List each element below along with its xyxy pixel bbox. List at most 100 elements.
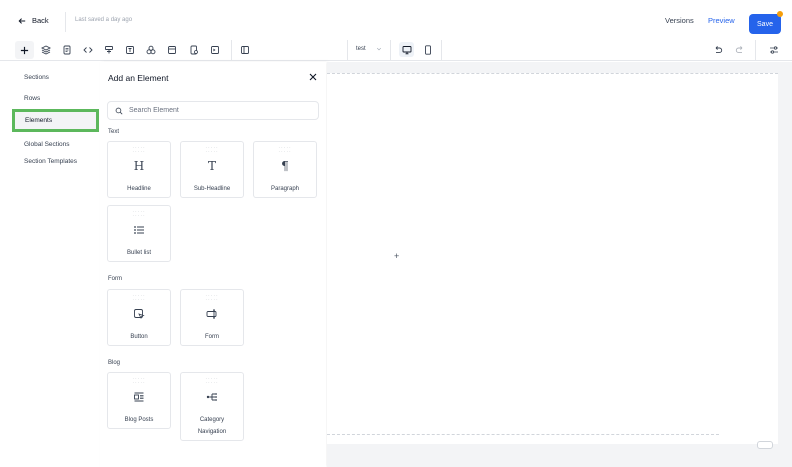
drag-handle-icon: ····· ····· xyxy=(132,145,146,155)
funnel-icon xyxy=(105,46,113,54)
settings-doc-icon xyxy=(190,45,198,55)
divider xyxy=(65,12,66,32)
group-label-form: Form xyxy=(108,276,122,282)
shapes-button[interactable] xyxy=(144,43,158,57)
nav-item-rows[interactable]: Rows xyxy=(24,95,40,102)
divider xyxy=(347,40,348,60)
drag-handle-icon: ····· ····· xyxy=(205,145,219,155)
mobile-icon xyxy=(424,44,431,55)
divider xyxy=(231,40,232,60)
text-box-icon xyxy=(126,46,134,54)
terminal-icon xyxy=(211,46,219,54)
layers-button[interactable] xyxy=(39,43,53,57)
pages-button[interactable] xyxy=(60,43,74,57)
element-card-label: Form xyxy=(205,334,219,340)
group-label-blog: Blog xyxy=(108,360,121,366)
nav-item-section-templates[interactable]: Section Templates xyxy=(24,158,77,165)
undo-button[interactable] xyxy=(711,43,725,57)
element-card-form[interactable]: ····· ····· Form xyxy=(180,289,244,346)
nav-item-global-sections[interactable]: Global Sections xyxy=(24,141,70,148)
mobile-view-button[interactable] xyxy=(421,42,434,57)
settings-button[interactable] xyxy=(767,43,781,57)
nav-item-sections[interactable]: Sections xyxy=(24,74,49,81)
element-card-category-navigation[interactable]: ····· ····· Category Navigation xyxy=(180,372,244,441)
category-tree-icon xyxy=(205,390,219,404)
blog-posts-icon xyxy=(132,390,146,404)
code-icon xyxy=(83,47,93,53)
element-card-label: Category Navigation xyxy=(197,417,227,435)
drag-handle-icon: ····· ····· xyxy=(205,293,219,303)
preview-button[interactable]: Preview xyxy=(708,16,735,25)
element-card-paragraph[interactable]: ····· ····· ¶ Paragraph xyxy=(253,141,317,198)
element-card-label: Button xyxy=(130,334,148,340)
layout-icon xyxy=(168,46,176,54)
code-button[interactable] xyxy=(81,43,95,57)
element-card-headline[interactable]: ····· ····· H Headline xyxy=(107,141,171,198)
search-element-field[interactable] xyxy=(107,101,319,120)
text-box-button[interactable] xyxy=(123,43,137,57)
drag-handle-icon: ····· ····· xyxy=(205,376,219,386)
back-label: Back xyxy=(32,16,49,25)
sliders-icon xyxy=(770,46,778,54)
editor-canvas: + xyxy=(327,62,792,467)
settings-doc-button[interactable] xyxy=(187,43,201,57)
versions-button[interactable]: Versions xyxy=(665,16,694,25)
columns-icon xyxy=(241,46,249,54)
device-select[interactable]: test xyxy=(356,46,382,52)
element-card-button[interactable]: ····· ····· Button xyxy=(107,289,171,346)
section-boundary xyxy=(327,434,719,435)
funnel-button[interactable] xyxy=(102,43,116,57)
element-card-label: Sub-Headline xyxy=(193,186,231,192)
add-section-button[interactable]: + xyxy=(394,251,399,261)
arrow-left-icon xyxy=(18,17,26,24)
save-button[interactable]: Save xyxy=(749,14,781,34)
plus-icon xyxy=(20,46,29,54)
element-card-label: Blog Posts xyxy=(124,417,154,423)
group-label-text: Text xyxy=(108,129,120,135)
top-bar: Back Last saved a day ago Versions Previ… xyxy=(0,0,792,40)
saved-status: Last saved a day ago xyxy=(75,17,133,23)
search-icon xyxy=(115,107,123,114)
cursor-click-icon xyxy=(132,307,146,321)
close-icon[interactable] xyxy=(308,72,318,82)
shapes-icon xyxy=(146,45,156,55)
page-section[interactable]: + xyxy=(327,73,778,444)
search-input[interactable] xyxy=(129,107,309,114)
device-select-value: test xyxy=(356,46,366,52)
layout-button[interactable] xyxy=(165,43,179,57)
terminal-button[interactable] xyxy=(208,43,222,57)
nav-item-elements-label: Elements xyxy=(25,117,53,124)
sub-headline-icon: T xyxy=(207,159,216,173)
divider xyxy=(390,40,391,60)
element-card-bullet-list[interactable]: ····· ····· Bullet list xyxy=(107,205,171,262)
element-card-blog-posts[interactable]: ····· ····· Blog Posts xyxy=(107,372,171,429)
nav-item-elements[interactable]: Elements xyxy=(12,109,99,132)
redo-button[interactable] xyxy=(733,43,747,57)
element-card-label: Bullet list xyxy=(126,250,151,256)
element-card-label: Paragraph xyxy=(270,186,300,192)
drag-handle-icon: ····· ····· xyxy=(132,293,146,303)
input-field-icon xyxy=(205,307,219,321)
add-element-button[interactable] xyxy=(15,41,34,59)
undo-icon xyxy=(715,46,723,53)
resize-handle[interactable] xyxy=(757,441,773,449)
chevron-down-icon xyxy=(376,47,381,51)
element-card-label: Headline xyxy=(127,186,151,192)
columns-button[interactable] xyxy=(238,43,252,57)
drag-handle-icon: ····· ····· xyxy=(278,145,292,155)
panel-title: Add an Element xyxy=(108,73,169,83)
add-element-panel: Add an Element Text ·········· H Headlin… xyxy=(100,62,326,467)
editor-toolbar: test xyxy=(0,40,792,61)
drag-handle-icon: ····· ····· xyxy=(132,376,146,386)
desktop-view-button[interactable] xyxy=(399,42,414,57)
back-button[interactable]: Back xyxy=(18,16,49,25)
headline-icon: H xyxy=(133,159,145,173)
drag-handle-icon: ····· ····· xyxy=(132,209,146,219)
paragraph-icon: ¶ xyxy=(281,159,289,173)
layers-icon xyxy=(41,45,51,55)
page-icon xyxy=(63,45,71,55)
element-card-sub-headline[interactable]: ····· ····· T Sub-Headline xyxy=(180,141,244,198)
redo-icon xyxy=(735,46,743,53)
divider xyxy=(441,40,442,60)
list-icon xyxy=(132,223,146,237)
